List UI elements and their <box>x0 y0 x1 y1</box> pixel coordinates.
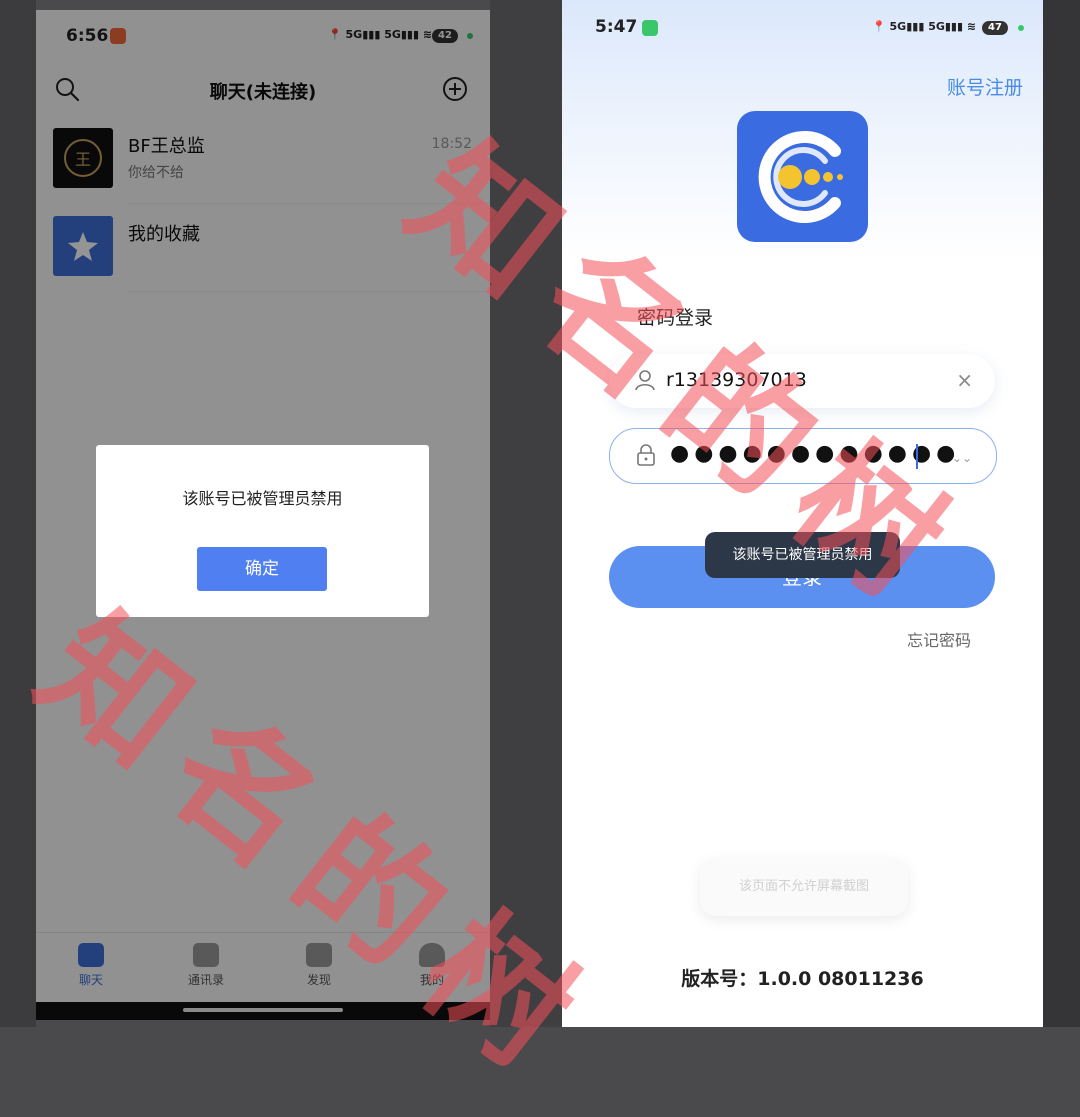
alert-dialog: 该账号已被管理员禁用 确定 <box>96 445 429 617</box>
screenshot-notice: 该页面不允许屏幕截图 <box>700 858 908 916</box>
lock-icon <box>637 444 655 466</box>
app-logo <box>737 111 868 242</box>
toast-message: 该账号已被管理员禁用 <box>705 532 900 578</box>
user-icon <box>635 370 655 391</box>
background-left <box>0 0 36 1027</box>
background-right <box>1043 0 1080 1027</box>
password-field[interactable]: ●●●●●●●●●●●● ⌄⌄ <box>609 428 997 484</box>
text-caret <box>916 444 918 469</box>
background-middle <box>490 0 562 1027</box>
username-field[interactable]: r13139307013 × <box>609 354 995 408</box>
right-phone-screen: 5:47 📍 5G▮▮▮ 5G▮▮▮ ≋ 47 账号注册 密码登录 r13139… <box>562 0 1043 1027</box>
clear-icon[interactable]: × <box>956 368 973 392</box>
wechat-notification-icon <box>642 20 658 36</box>
register-link[interactable]: 账号注册 <box>947 73 1023 100</box>
dialog-message: 该账号已被管理员禁用 <box>182 489 343 508</box>
battery-icon: 47 <box>982 21 1008 35</box>
forgot-password-link[interactable]: 忘记密码 <box>907 627 971 651</box>
signal-icons: 📍 5G▮▮▮ 5G▮▮▮ ≋ <box>872 20 977 33</box>
left-phone-screen: 6:56 📍 5G▮▮▮ 5G▮▮▮ ≋ 42 聊天(未连接) 王 BF王总监 … <box>36 10 490 1020</box>
version-label: 版本号：1.0.0 08011236 <box>681 968 924 990</box>
confirm-button[interactable]: 确定 <box>197 547 327 591</box>
eye-hidden-icon[interactable]: ⌄⌄ <box>952 451 972 465</box>
password-login-title: 密码登录 <box>637 307 714 329</box>
username-value: r13139307013 <box>666 369 807 391</box>
status-time: 5:47 <box>595 17 638 37</box>
indicator-dot <box>1018 25 1024 31</box>
